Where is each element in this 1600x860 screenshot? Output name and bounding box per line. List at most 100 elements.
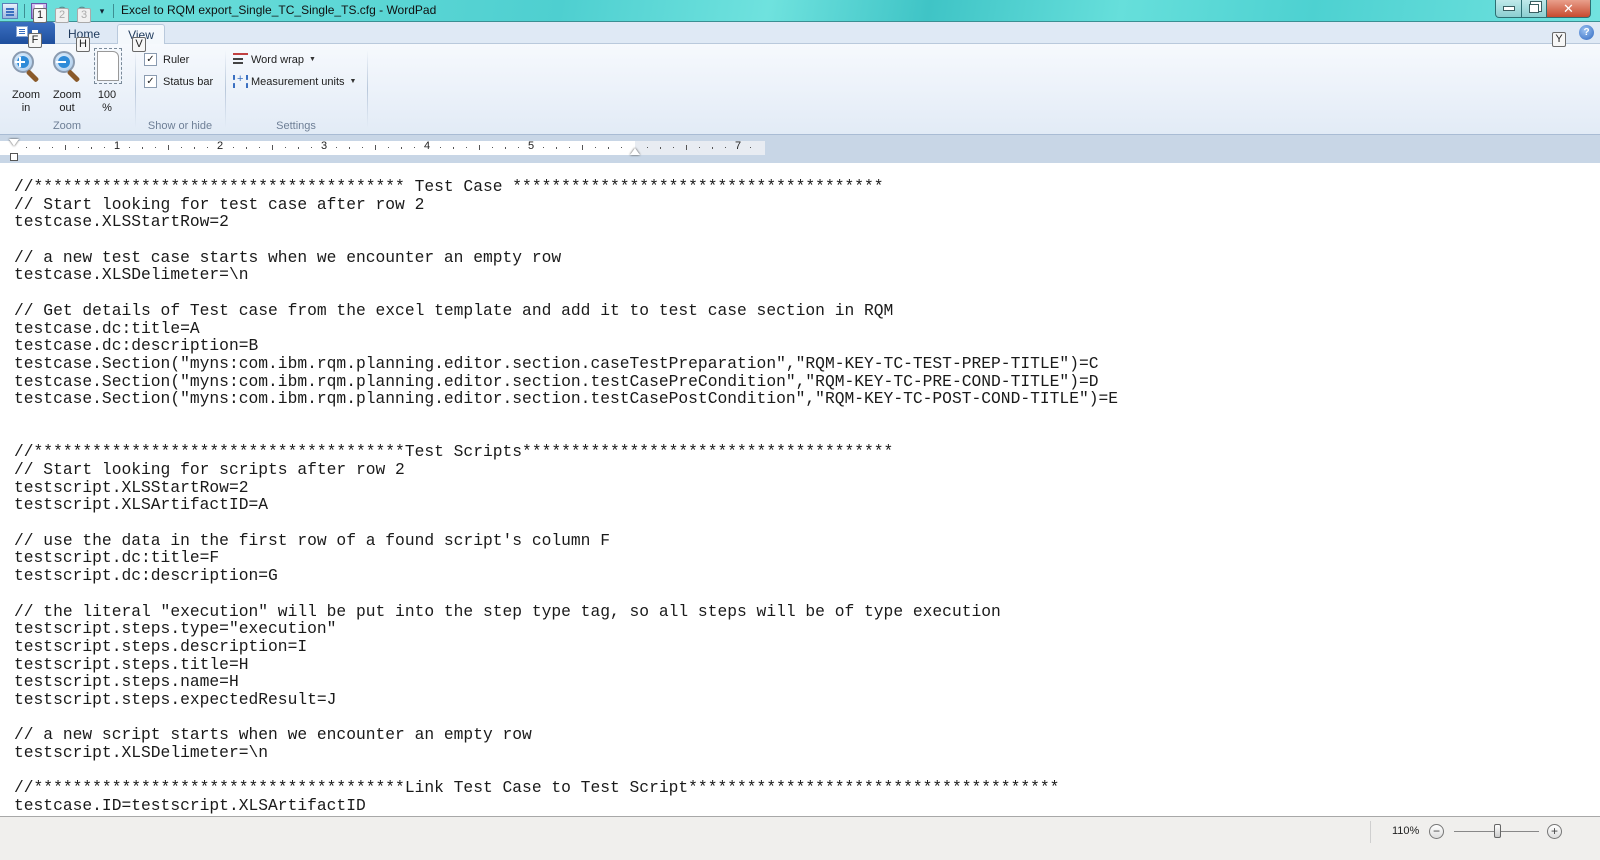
- right-indent-marker[interactable]: [630, 148, 640, 155]
- zoom-100-button[interactable]: 100 %: [88, 48, 126, 115]
- blank-line[interactable]: [14, 284, 1118, 302]
- text-line[interactable]: // Start looking for scripts after row 2: [14, 461, 1118, 479]
- text-line[interactable]: testcase.dc:title=A: [14, 319, 1118, 338]
- ruler-dot: [595, 147, 597, 148]
- text-line[interactable]: testscript.steps.type="execution": [14, 620, 1118, 638]
- blank-line[interactable]: [14, 231, 1118, 249]
- text-line[interactable]: testcase.ID=testscript.XLSArtifactID: [14, 797, 1118, 815]
- minimize-button[interactable]: [1495, 0, 1522, 18]
- zoom-100-label-1: 100: [97, 89, 117, 101]
- ruler-dot: [491, 147, 493, 148]
- status-bar-checkbox[interactable]: ✓: [144, 75, 157, 88]
- word-wrap-icon: [233, 53, 248, 66]
- text-line[interactable]: // the literal "execution" will be put i…: [14, 602, 1118, 621]
- ruler-dot: [414, 147, 416, 148]
- text-line[interactable]: testscript.dc:description=G: [14, 567, 1118, 585]
- text-line[interactable]: testcase.dc:description=B: [14, 337, 1118, 355]
- text-line[interactable]: testcase.XLSDelimeter=\n: [14, 266, 1118, 284]
- text-line[interactable]: // Get details of Test case from the exc…: [14, 302, 1118, 320]
- text-line[interactable]: // Start looking for test case after row…: [14, 195, 1118, 214]
- ruler-dot: [517, 147, 519, 148]
- ribbon-view-panel: Zoom in Zoom out 100 % Zoom Show or hide…: [0, 44, 1600, 135]
- text-line[interactable]: testscript.XLSStartRow=2: [14, 478, 1118, 497]
- keytip-file: F: [28, 33, 42, 48]
- status-zoom-in-button[interactable]: +: [1547, 824, 1562, 839]
- ruler-tick: [349, 147, 351, 149]
- zoom-group: Zoom in Zoom out 100 % Zoom: [0, 44, 134, 135]
- status-zoom-out-button[interactable]: −: [1429, 824, 1444, 839]
- blank-line[interactable]: [14, 426, 1118, 444]
- help-icon[interactable]: ?: [1579, 25, 1594, 40]
- customize-qat-button[interactable]: ▾: [97, 6, 107, 17]
- text-line[interactable]: testscript.dc:title=F: [14, 549, 1118, 567]
- ruler-number: 5: [527, 140, 535, 152]
- status-bar-checkbox-row[interactable]: ✓ Status bar: [144, 75, 213, 88]
- ruler-tick: [608, 147, 610, 149]
- ruler-margin-area: [635, 141, 765, 155]
- text-line[interactable]: testcase.Section("myns:com.ibm.rqm.plann…: [14, 390, 1118, 408]
- ruler-dot: [543, 147, 545, 148]
- text-line[interactable]: testscript.steps.title=H: [14, 655, 1118, 674]
- ruler-tick: [64, 145, 66, 150]
- ruler-tick: [659, 147, 661, 149]
- blank-line[interactable]: [14, 408, 1118, 426]
- text-line[interactable]: testscript.steps.description=I: [14, 638, 1118, 656]
- ruler-dot: [569, 147, 571, 148]
- ruler-dot: [698, 147, 700, 148]
- ruler-tick: [401, 147, 403, 149]
- status-bar: 110% − +: [0, 816, 1600, 860]
- ruler-dot: [155, 147, 157, 148]
- ruler-tick: [142, 147, 144, 149]
- zoom-in-button[interactable]: Zoom in: [7, 49, 45, 115]
- text-line[interactable]: testcase.Section("myns:com.ibm.rqm.plann…: [14, 355, 1118, 373]
- ruler-tick: [38, 147, 40, 149]
- text-line[interactable]: testscript.steps.expectedResult=J: [14, 691, 1118, 709]
- text-line[interactable]: // use the data in the first row of a fo…: [14, 532, 1118, 550]
- measurement-units-dropdown[interactable]: Measurement units ▼: [233, 73, 357, 88]
- text-line[interactable]: testscript.steps.name=H: [14, 673, 1118, 691]
- document-text[interactable]: //**************************************…: [14, 178, 1118, 815]
- zoom-slider-thumb[interactable]: [1493, 824, 1501, 838]
- zoom-in-label-2: in: [21, 102, 31, 114]
- blank-line[interactable]: [14, 585, 1118, 603]
- word-wrap-dropdown[interactable]: Word wrap ▼: [233, 53, 316, 66]
- text-line[interactable]: //**************************************…: [14, 779, 1118, 797]
- text-line[interactable]: testscript.XLSDelimeter=\n: [14, 744, 1118, 762]
- ruler-checkbox-row[interactable]: ✓ Ruler: [144, 53, 189, 66]
- close-button[interactable]: ✕: [1546, 0, 1591, 18]
- text-line[interactable]: //**************************************…: [14, 178, 1118, 196]
- ruler-tick: [504, 147, 506, 149]
- left-indent-handle[interactable]: [10, 153, 18, 161]
- document-area[interactable]: //**************************************…: [0, 163, 1600, 816]
- text-line[interactable]: testscript.XLSArtifactID=A: [14, 496, 1118, 514]
- blank-line[interactable]: [14, 514, 1118, 532]
- chevron-down-icon: ▼: [349, 78, 357, 85]
- ruler-number: 2: [216, 140, 224, 152]
- ruler-dot: [750, 147, 752, 148]
- zoom-out-label-2: out: [59, 102, 75, 114]
- ruler[interactable]: 1 2 3 4 5 7: [0, 140, 765, 155]
- ruler-checkbox[interactable]: ✓: [144, 53, 157, 66]
- zoom-out-icon: [51, 49, 83, 87]
- text-line[interactable]: // a new script starts when we encounter…: [14, 726, 1118, 744]
- word-wrap-label: Word wrap: [251, 53, 304, 66]
- ruler-tick: [90, 147, 92, 149]
- ruler-dot: [258, 147, 260, 148]
- zoom-level-text: 110%: [1392, 825, 1420, 837]
- text-line[interactable]: testcase.XLSStartRow=2: [14, 213, 1118, 231]
- text-line[interactable]: testcase.Section("myns:com.ibm.rqm.plann…: [14, 372, 1118, 391]
- ruler-tick: [478, 145, 480, 150]
- ruler-dot: [25, 147, 27, 148]
- restore-button[interactable]: [1521, 0, 1547, 18]
- left-indent-marker[interactable]: [9, 139, 19, 161]
- text-line[interactable]: // a new test case starts when we encoun…: [14, 249, 1118, 267]
- text-line[interactable]: //**************************************…: [14, 443, 1118, 461]
- wordpad-app-icon[interactable]: [2, 3, 18, 19]
- blank-line[interactable]: [14, 762, 1118, 780]
- ruler-tick: [556, 147, 558, 149]
- zoom-out-button[interactable]: Zoom out: [48, 49, 86, 115]
- first-line-indent-handle[interactable]: [9, 139, 19, 146]
- qat-divider: [24, 4, 25, 18]
- blank-line[interactable]: [14, 709, 1118, 727]
- ruler-dot: [672, 147, 674, 148]
